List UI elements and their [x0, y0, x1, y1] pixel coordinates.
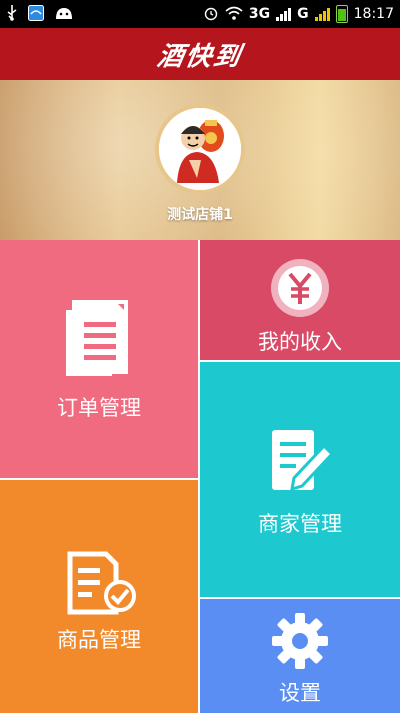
alarm-icon	[203, 5, 219, 24]
network-g-label: G	[297, 6, 309, 22]
goods-tile[interactable]: 商品管理	[0, 480, 198, 713]
battery-icon	[335, 5, 348, 23]
document-icon	[64, 300, 138, 382]
wifi-icon	[225, 6, 243, 23]
goods-label: 商品管理	[57, 628, 141, 652]
orders-label: 订单管理	[57, 396, 141, 420]
shop-name: 测试店铺1	[167, 207, 233, 223]
status-bar: 3G G 18:17	[0, 0, 400, 28]
network-3g-label: 3G	[248, 6, 271, 22]
merchant-label: 商家管理	[258, 512, 342, 536]
clock-time: 18:17	[353, 6, 394, 22]
shop-banner: 测试店铺1	[0, 80, 400, 240]
signal-strength-icon	[314, 7, 330, 21]
usb-icon	[6, 4, 18, 24]
app-logo: 酒快到	[154, 41, 245, 72]
android-icon	[54, 6, 74, 23]
yuan-coin-icon	[268, 256, 332, 324]
shop-avatar[interactable]	[155, 104, 245, 194]
income-tile[interactable]: 我的收入	[200, 240, 400, 360]
app-notification-icon	[28, 4, 44, 24]
settings-label: 设置	[279, 681, 321, 705]
merchant-tile[interactable]: 商家管理	[200, 362, 400, 597]
income-label: 我的收入	[258, 330, 342, 354]
checklist-icon	[66, 550, 138, 620]
settings-tile[interactable]: 设置	[200, 599, 400, 713]
app-header: 酒快到	[0, 28, 400, 80]
orders-tile[interactable]: 订单管理	[0, 240, 198, 478]
edit-note-icon	[266, 426, 336, 500]
signal-strength-icon	[276, 7, 292, 21]
gear-icon	[270, 611, 330, 675]
